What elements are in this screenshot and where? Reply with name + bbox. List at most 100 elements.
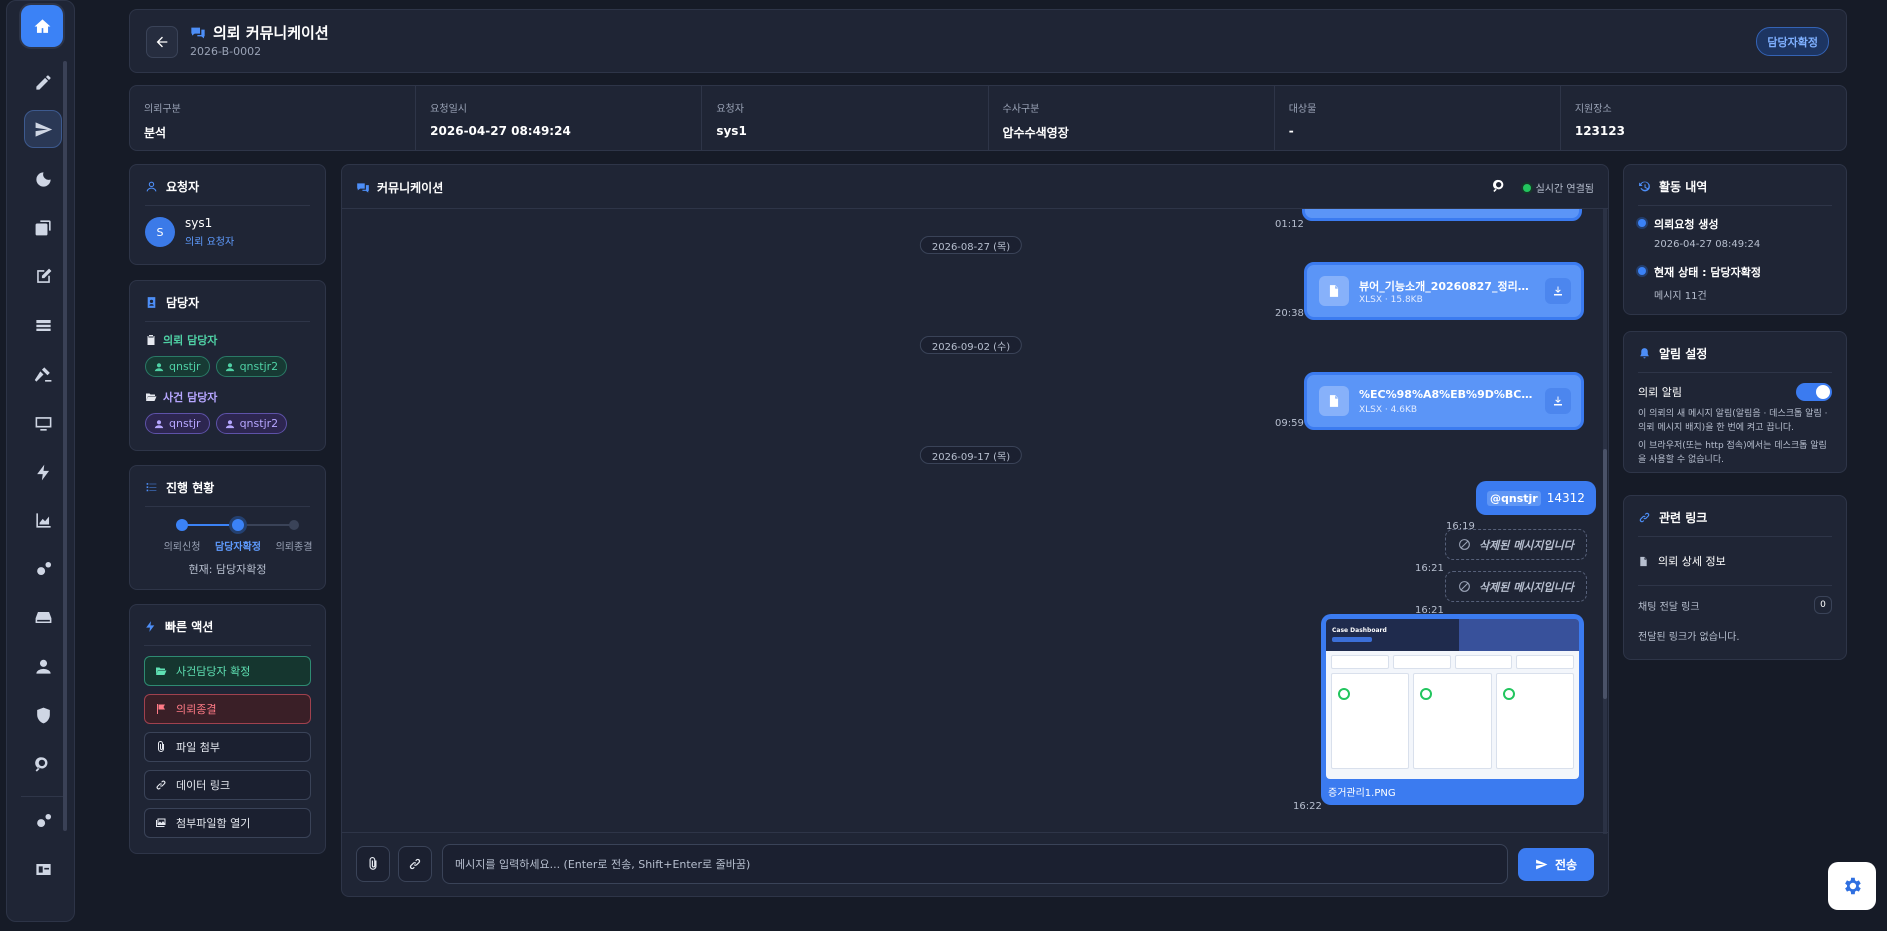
info-value: -: [1288, 124, 1294, 138]
file-message-partial[interactable]: [1302, 209, 1582, 221]
info-label: 지원장소: [1574, 104, 1612, 115]
message-time: 20:38: [1275, 308, 1304, 319]
thumb-card: [1495, 673, 1574, 769]
monitor-icon[interactable]: [24, 404, 62, 442]
send-nav-icon[interactable]: [24, 110, 62, 148]
file-name: 뷰어_기능소개_20260827_정리본...: [1359, 280, 1534, 293]
button-label: 첨부파일함 열기: [176, 817, 251, 830]
bolt-icon[interactable]: [24, 453, 62, 491]
search-icon[interactable]: [1492, 178, 1508, 194]
settings-nav-icon[interactable]: [24, 802, 62, 840]
progress-stepper: 의뢰신청 담당자확정 의뢰종결: [145, 517, 312, 567]
edit-icon[interactable]: [24, 257, 62, 295]
message-time: 16:21: [1415, 563, 1444, 574]
button-label: 의뢰종결: [176, 703, 217, 716]
activity-item-sub: 메시지 11건: [1654, 291, 1707, 302]
alert-toggle[interactable]: [1796, 383, 1832, 401]
drive-icon[interactable]: [24, 598, 62, 636]
activity-item-title: 의뢰요청 생성: [1654, 218, 1719, 231]
managers-title: 담당자: [145, 294, 310, 311]
step-dot: [289, 520, 299, 530]
list-icon[interactable]: [24, 306, 62, 344]
link-button[interactable]: [398, 846, 432, 882]
send-button[interactable]: 전송: [1518, 848, 1594, 881]
deleted-message: 삭제된 메시지입니다: [1445, 529, 1587, 560]
links-title-text: 관련 링크: [1659, 511, 1708, 525]
activity-item-sub: 2026-04-27 08:49:24: [1654, 239, 1761, 250]
info-value: 123123: [1574, 124, 1625, 138]
chat-scrollbar-thumb[interactable]: [1603, 449, 1607, 699]
activity-card: 활동 내역 의뢰요청 생성 2026-04-27 08:49:24 현재 상태 …: [1623, 164, 1847, 315]
user-icon: [225, 362, 234, 371]
image-thumbnail[interactable]: Case Dashboard: [1326, 619, 1579, 779]
deleted-text: 삭제된 메시지입니다: [1479, 538, 1574, 552]
mention[interactable]: @qnstjr: [1487, 490, 1541, 506]
text-message[interactable]: @qnstjr 14312: [1476, 481, 1596, 515]
link-icon: [1639, 512, 1650, 523]
image-message[interactable]: Case Dashboard 증거관리1.PNG: [1321, 614, 1584, 805]
date-separator: 2026-08-27 (목): [919, 236, 1023, 254]
thumb-card: [1413, 673, 1492, 769]
step-label: 의뢰신청: [163, 542, 201, 553]
shield-icon[interactable]: [24, 696, 62, 734]
open-attachments-button[interactable]: 첨부파일함 열기: [144, 808, 311, 838]
attach-button[interactable]: [356, 846, 390, 882]
settings-fab[interactable]: [1828, 862, 1876, 910]
manager-chip[interactable]: qnstjr2: [215, 413, 288, 434]
info-cell: 의뢰구분 분석: [130, 86, 417, 150]
cogs-icon[interactable]: [24, 550, 62, 588]
rail-scrollbar[interactable]: [63, 61, 67, 831]
info-cell: 대상물 -: [1275, 86, 1561, 150]
pencil-icon[interactable]: [24, 63, 62, 101]
user-icon: [154, 362, 164, 371]
requester-role: 의뢰 요청자: [185, 237, 235, 248]
message-time: 16:22: [1293, 801, 1322, 812]
activity-item: 의뢰요청 생성 2026-04-27 08:49:24: [1638, 216, 1832, 250]
id-badge-icon: [147, 297, 156, 308]
home-icon[interactable]: [21, 5, 63, 47]
manager-chip[interactable]: qnstjr: [145, 413, 210, 434]
close-request-button[interactable]: 의뢰종결: [144, 694, 311, 724]
alert-notice: 이 브라우저(또는 http 접속)에서는 데스크톱 알림을 사용할 수 없습니…: [1638, 441, 1827, 465]
thumb-bar: [1332, 637, 1372, 642]
translate-icon[interactable]: [24, 850, 62, 888]
manager-chip[interactable]: qnstjr: [145, 356, 210, 377]
gavel-icon[interactable]: [24, 355, 62, 393]
bell-icon: [1640, 348, 1649, 359]
data-link-button[interactable]: 데이터 링크: [144, 770, 311, 800]
chart-icon[interactable]: [24, 501, 62, 539]
file-name: %EC%98%A8%EB%9D%BC%EC...: [1359, 388, 1534, 401]
quick-actions-card: 빠른 액션 사건담당자 확정 의뢰종결 파일 첨부 데이터 링크 첨부파일함 열…: [129, 604, 326, 854]
info-label: 요청자: [716, 104, 744, 115]
folder-open-icon: [156, 667, 167, 675]
chat-links-label: 채팅 전달 링크: [1638, 601, 1700, 613]
manager-chip[interactable]: qnstjr2: [215, 356, 288, 377]
moon-icon[interactable]: [24, 160, 62, 198]
message-text: 14312: [1546, 491, 1585, 505]
user-icon[interactable]: [24, 647, 62, 685]
message-input[interactable]: [442, 844, 1508, 884]
managers-card: 담당자 의뢰 담당자 qnstjr qnstjr2 사건 담당자 qnstjr …: [129, 280, 326, 451]
button-label: 데이터 링크: [176, 779, 231, 792]
message-list[interactable]: 01:12 2026-08-27 (목) 뷰어_기능소개_20260827_정리…: [342, 209, 1608, 834]
request-detail-link[interactable]: 의뢰 상세 정보: [1638, 547, 1832, 575]
attach-file-button[interactable]: 파일 첨부: [144, 732, 311, 762]
chat-panel: 커뮤니케이션 실시간 연결됨 01:12 2026-08-27 (목) 뷰어_기…: [341, 164, 1609, 897]
info-cell: 지원장소 123123: [1561, 86, 1846, 150]
file-icon: [1640, 556, 1647, 566]
thumb-ring: [1338, 688, 1350, 700]
gear-icon: [1845, 877, 1861, 895]
step-connector: [238, 524, 294, 526]
copy-icon[interactable]: [24, 208, 62, 246]
page-header: 의뢰 커뮤니케이션 2026-B-0002 담당자확정: [129, 9, 1847, 73]
bolt-icon: [146, 621, 155, 632]
download-button[interactable]: [1545, 278, 1571, 304]
download-button[interactable]: [1545, 388, 1571, 414]
back-button[interactable]: [146, 26, 178, 58]
file-message[interactable]: 뷰어_기능소개_20260827_정리본... XLSX · 15.8KB: [1304, 262, 1584, 320]
live-status-text: 실시간 연결됨: [1535, 184, 1594, 195]
search-nav-icon[interactable]: [24, 745, 62, 783]
file-message[interactable]: %EC%98%A8%EB%9D%BC%EC... XLSX · 4.6KB: [1304, 372, 1584, 430]
info-value: 압수수색영장: [1002, 126, 1069, 140]
confirm-case-manager-button[interactable]: 사건담당자 확정: [144, 656, 311, 686]
